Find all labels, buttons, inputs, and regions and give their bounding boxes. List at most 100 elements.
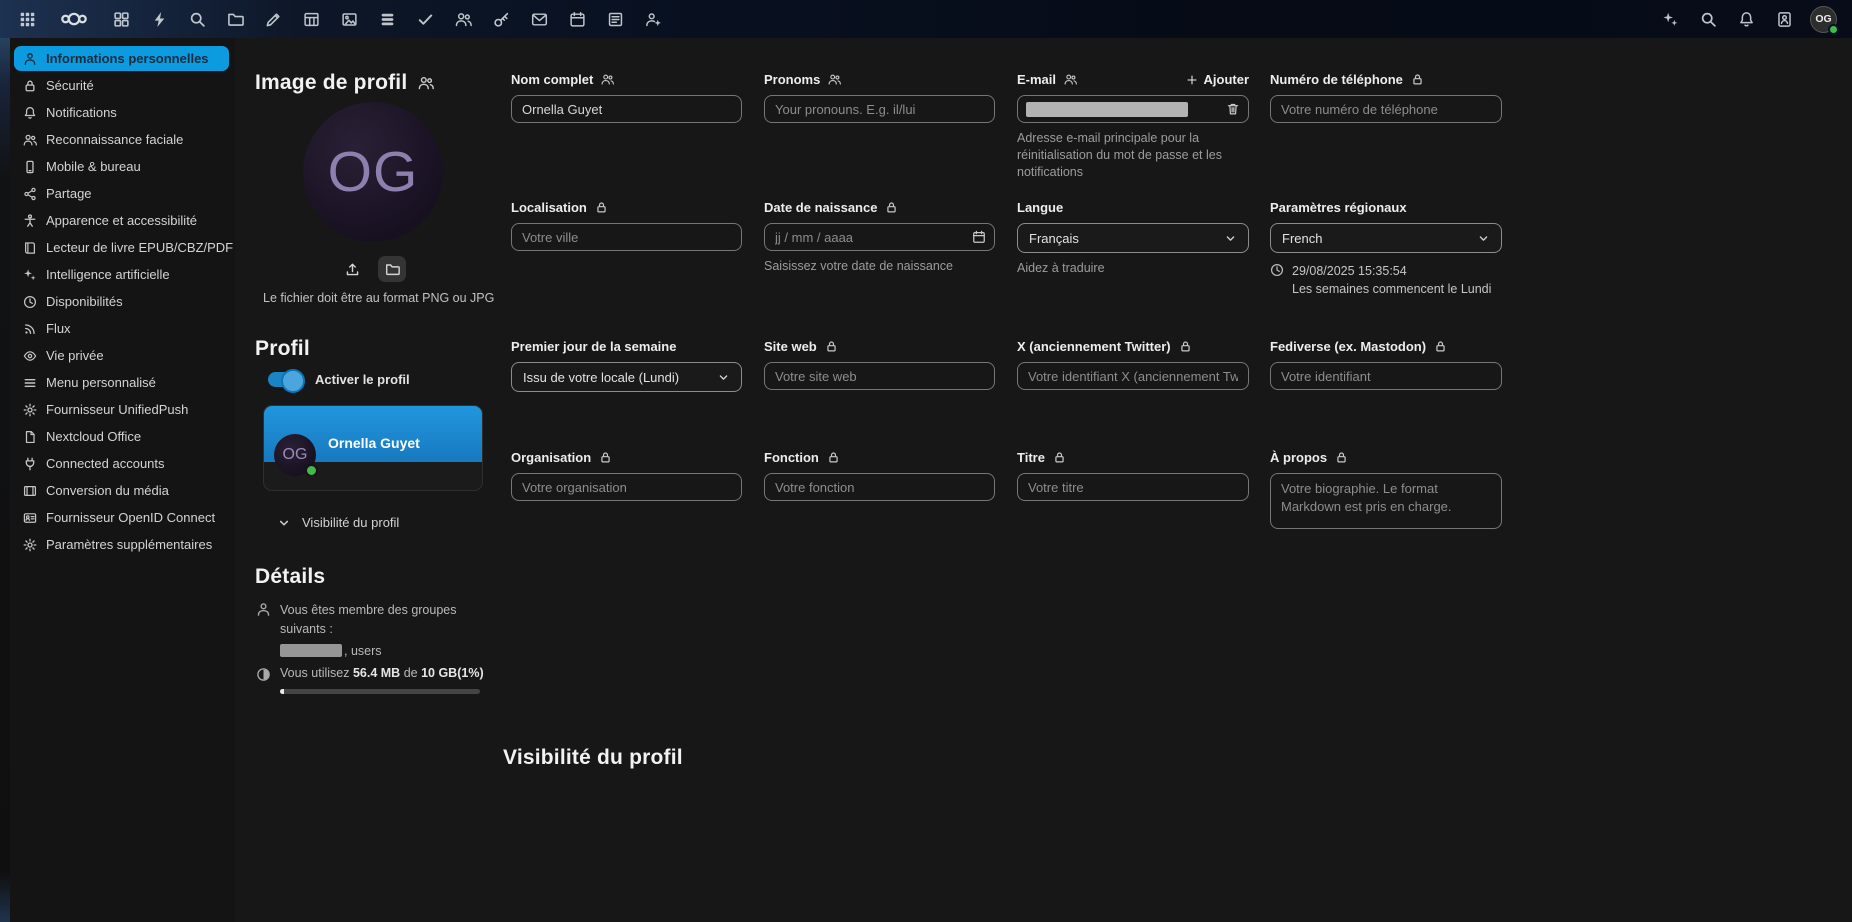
email-input[interactable] xyxy=(1017,95,1249,123)
avatar-actions xyxy=(338,256,406,282)
field-phone: Numéro de téléphone xyxy=(1270,71,1502,123)
contacts-menu-icon[interactable] xyxy=(1765,0,1803,38)
sidebar-item-epub-reader[interactable]: Lecteur de livre EPUB/CBZ/PDF xyxy=(14,235,229,260)
files-icon[interactable] xyxy=(216,0,254,38)
sidebar-item-office[interactable]: Nextcloud Office xyxy=(14,424,229,449)
deck-icon[interactable] xyxy=(368,0,406,38)
locale-week-note: Les semaines commencent le Lundi xyxy=(1292,280,1491,298)
clock-icon xyxy=(1270,263,1284,277)
notifications-icon[interactable] xyxy=(1727,0,1765,38)
people-icon xyxy=(23,133,37,147)
sidebar-item-openid[interactable]: Fournisseur OpenID Connect xyxy=(14,505,229,530)
birthdate-text-input[interactable] xyxy=(773,230,966,245)
lock-icon xyxy=(1179,340,1192,353)
lock-icon xyxy=(825,340,838,353)
profile-card[interactable]: Ornella Guyet OG xyxy=(263,405,483,491)
sidebar-item-ai[interactable]: Intelligence artificielle xyxy=(14,262,229,287)
sidebar-item-personal-info[interactable]: Informations personnelles xyxy=(14,46,229,71)
tasks-icon[interactable] xyxy=(406,0,444,38)
lock-icon xyxy=(827,451,840,464)
first-day-select[interactable]: Issu de votre locale (Lundi) xyxy=(511,362,742,392)
field-email: E-mail Ajouter Adresse e-mail principale… xyxy=(1017,71,1249,181)
help-translate-link[interactable]: Aidez à traduire xyxy=(1017,260,1249,277)
person-icon xyxy=(23,52,37,66)
sidebar-item-facial-recognition[interactable]: Reconnaissance faciale xyxy=(14,127,229,152)
notes-icon[interactable] xyxy=(254,0,292,38)
sidebar-item-sharing[interactable]: Partage xyxy=(14,181,229,206)
biography-input[interactable] xyxy=(1270,473,1502,529)
profile-visibility-toggle[interactable]: Visibilité du profil xyxy=(277,515,399,530)
groups-suffix: , users xyxy=(344,644,382,658)
role-input[interactable] xyxy=(764,473,995,501)
user-avatar[interactable]: OG xyxy=(1810,6,1837,33)
personal-info-content: Image de profil OG Le fichier doit être … xyxy=(235,38,1852,922)
sidebar-item-label: Flux xyxy=(46,321,71,336)
sidebar-item-mobile-desktop[interactable]: Mobile & bureau xyxy=(14,154,229,179)
sidebar-item-appearance[interactable]: Apparence et accessibilité xyxy=(14,208,229,233)
sidebar-item-unifiedpush[interactable]: Fournisseur UnifiedPush xyxy=(14,397,229,422)
calendar-icon[interactable] xyxy=(558,0,596,38)
calendar-picker-icon[interactable] xyxy=(972,230,986,244)
full-name-input[interactable] xyxy=(511,95,742,123)
selected-locale: French xyxy=(1282,231,1322,246)
tables-icon[interactable] xyxy=(292,0,330,38)
gear-icon xyxy=(23,538,37,552)
nextcloud-logo[interactable] xyxy=(46,0,102,38)
choose-from-files-button[interactable] xyxy=(378,256,406,282)
pronouns-input[interactable] xyxy=(764,95,995,123)
contacts-icon[interactable] xyxy=(444,0,482,38)
dashboard-icon[interactable] xyxy=(102,0,140,38)
fediverse-input[interactable] xyxy=(1270,362,1502,390)
sidebar-item-additional-settings[interactable]: Paramètres supplémentaires xyxy=(14,532,229,557)
birthdate-input[interactable] xyxy=(764,223,995,251)
mail-icon[interactable] xyxy=(520,0,558,38)
lock-icon xyxy=(599,451,612,464)
passwords-icon[interactable] xyxy=(482,0,520,38)
location-input[interactable] xyxy=(511,223,742,251)
delete-email-button[interactable] xyxy=(1226,102,1240,116)
topbar-left xyxy=(8,0,672,38)
sidebar-item-custom-menu[interactable]: Menu personnalisé xyxy=(14,370,229,395)
activity-icon[interactable] xyxy=(140,0,178,38)
phone-input[interactable] xyxy=(1270,95,1502,123)
photos-icon[interactable] xyxy=(330,0,368,38)
sidebar-item-security[interactable]: Sécurité xyxy=(14,73,229,98)
book-icon xyxy=(23,241,37,255)
sidebar-item-label: Partage xyxy=(46,186,92,201)
upload-avatar-button[interactable] xyxy=(338,256,366,282)
language-select[interactable]: Français xyxy=(1017,223,1249,253)
assistant-icon[interactable] xyxy=(634,0,672,38)
field-location: Localisation xyxy=(511,199,742,251)
sidebar-item-label: Intelligence artificielle xyxy=(46,267,170,282)
lock-icon xyxy=(1335,451,1348,464)
sidebar-item-privacy[interactable]: Vie privée xyxy=(14,343,229,368)
news-icon[interactable] xyxy=(596,0,634,38)
sidebar-item-flux[interactable]: Flux xyxy=(14,316,229,341)
field-label: Langue xyxy=(1017,200,1063,215)
sidebar-item-availability[interactable]: Disponibilités xyxy=(14,289,229,314)
organisation-input[interactable] xyxy=(511,473,742,501)
lock-icon xyxy=(1434,340,1447,353)
sidebar-item-notifications[interactable]: Notifications xyxy=(14,100,229,125)
app-grid-icon[interactable] xyxy=(8,0,46,38)
quota-text: Vous utilisez 56.4 MB de 10 GB(1%) xyxy=(280,666,484,680)
sparkle-icon[interactable] xyxy=(1651,0,1689,38)
search-icon[interactable] xyxy=(1689,0,1727,38)
twitter-input[interactable] xyxy=(1017,362,1249,390)
locale-select[interactable]: French xyxy=(1270,223,1502,253)
quota-total: 10 GB xyxy=(421,666,457,680)
field-website: Site web xyxy=(764,338,995,390)
field-label: Fonction xyxy=(764,450,819,465)
enable-profile-toggle[interactable] xyxy=(268,372,304,387)
sidebar-item-media-conversion[interactable]: Conversion du média xyxy=(14,478,229,503)
field-label: Titre xyxy=(1017,450,1045,465)
sidebar-item-connected-accounts[interactable]: Connected accounts xyxy=(14,451,229,476)
profile-avatar[interactable]: OG xyxy=(303,102,443,242)
search-app-icon[interactable] xyxy=(178,0,216,38)
add-email-button[interactable]: Ajouter xyxy=(1186,72,1250,87)
field-label: E-mail xyxy=(1017,72,1056,87)
phone-icon xyxy=(23,160,37,174)
headline-input[interactable] xyxy=(1017,473,1249,501)
birthdate-helper-text: Saisissez votre date de naissance xyxy=(764,258,995,275)
website-input[interactable] xyxy=(764,362,995,390)
